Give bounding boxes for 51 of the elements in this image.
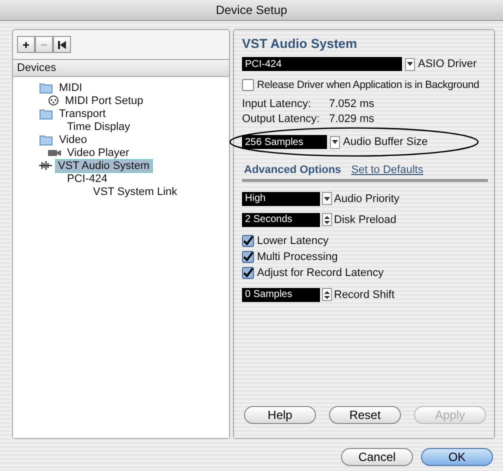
window-title: Device Setup xyxy=(0,0,503,21)
push-button[interactable]: Help xyxy=(244,406,316,424)
defaults-link[interactable]: Set to Defaults xyxy=(351,164,424,176)
skip-back-icon xyxy=(58,40,66,48)
list-header: Devices xyxy=(13,59,229,77)
select-field[interactable]: High xyxy=(242,192,320,206)
tree-item[interactable]: MIDI Port Setup xyxy=(63,94,146,106)
tree-item[interactable]: Video Player xyxy=(65,146,132,158)
checkbox-label: Adjust for Record Latency xyxy=(257,267,384,279)
cancel-button[interactable]: Cancel xyxy=(341,448,413,466)
connector-icon xyxy=(48,95,59,106)
ok-button[interactable]: OK xyxy=(421,448,493,466)
rewind-button[interactable] xyxy=(53,36,71,53)
latency-value: 7.052 ms xyxy=(329,98,374,110)
folder-icon xyxy=(39,82,53,94)
checkbox-label: Lower Latency xyxy=(257,235,329,247)
panel-title: VST Audio System xyxy=(242,36,358,51)
video-icon xyxy=(48,148,61,156)
buffer-label: Audio Buffer Size xyxy=(343,136,428,148)
driver-select[interactable]: PCI-424 xyxy=(242,57,402,71)
tree-item[interactable]: VST Audio System xyxy=(56,160,152,172)
option-label: Disk Preload xyxy=(334,214,396,226)
tree-item[interactable]: MIDI xyxy=(57,82,84,94)
buffer-select[interactable]: 256 Samples xyxy=(242,135,327,149)
select-field[interactable]: 2 Seconds xyxy=(242,212,320,226)
tree-item[interactable]: Video xyxy=(57,134,89,146)
tree-item[interactable]: VST System Link xyxy=(91,186,180,198)
checkbox-label: Release Driver when Application is in Background xyxy=(257,79,480,91)
add-button[interactable]: + xyxy=(17,36,35,53)
stepper-icon[interactable] xyxy=(322,213,332,226)
latency-value: 7.029 ms xyxy=(329,112,374,124)
waveform-icon xyxy=(39,161,52,170)
checkbox[interactable] xyxy=(242,267,254,279)
checkbox[interactable] xyxy=(242,235,254,247)
option-label: Audio Priority xyxy=(334,192,400,204)
checkbox[interactable] xyxy=(242,79,254,91)
folder-icon xyxy=(39,134,53,146)
folder-icon xyxy=(39,108,53,120)
tree-item[interactable]: PCI-424 xyxy=(65,172,110,184)
push-button[interactable]: Reset xyxy=(329,406,401,424)
tree-item[interactable]: Time Display xyxy=(65,120,132,132)
option-label: Record Shift xyxy=(334,288,395,300)
latency-label: Input Latency: xyxy=(242,98,312,110)
stepper-icon[interactable] xyxy=(322,288,332,301)
checkbox[interactable] xyxy=(242,251,254,263)
checkbox-label: Multi Processing xyxy=(257,251,338,263)
driver-label: ASIO Driver xyxy=(418,58,477,70)
latency-label: Output Latency: xyxy=(242,112,321,124)
select-field[interactable]: 0 Samples xyxy=(242,288,320,302)
section-tab[interactable]: Advanced Options xyxy=(244,164,342,176)
tree-item[interactable]: Transport xyxy=(57,108,108,120)
